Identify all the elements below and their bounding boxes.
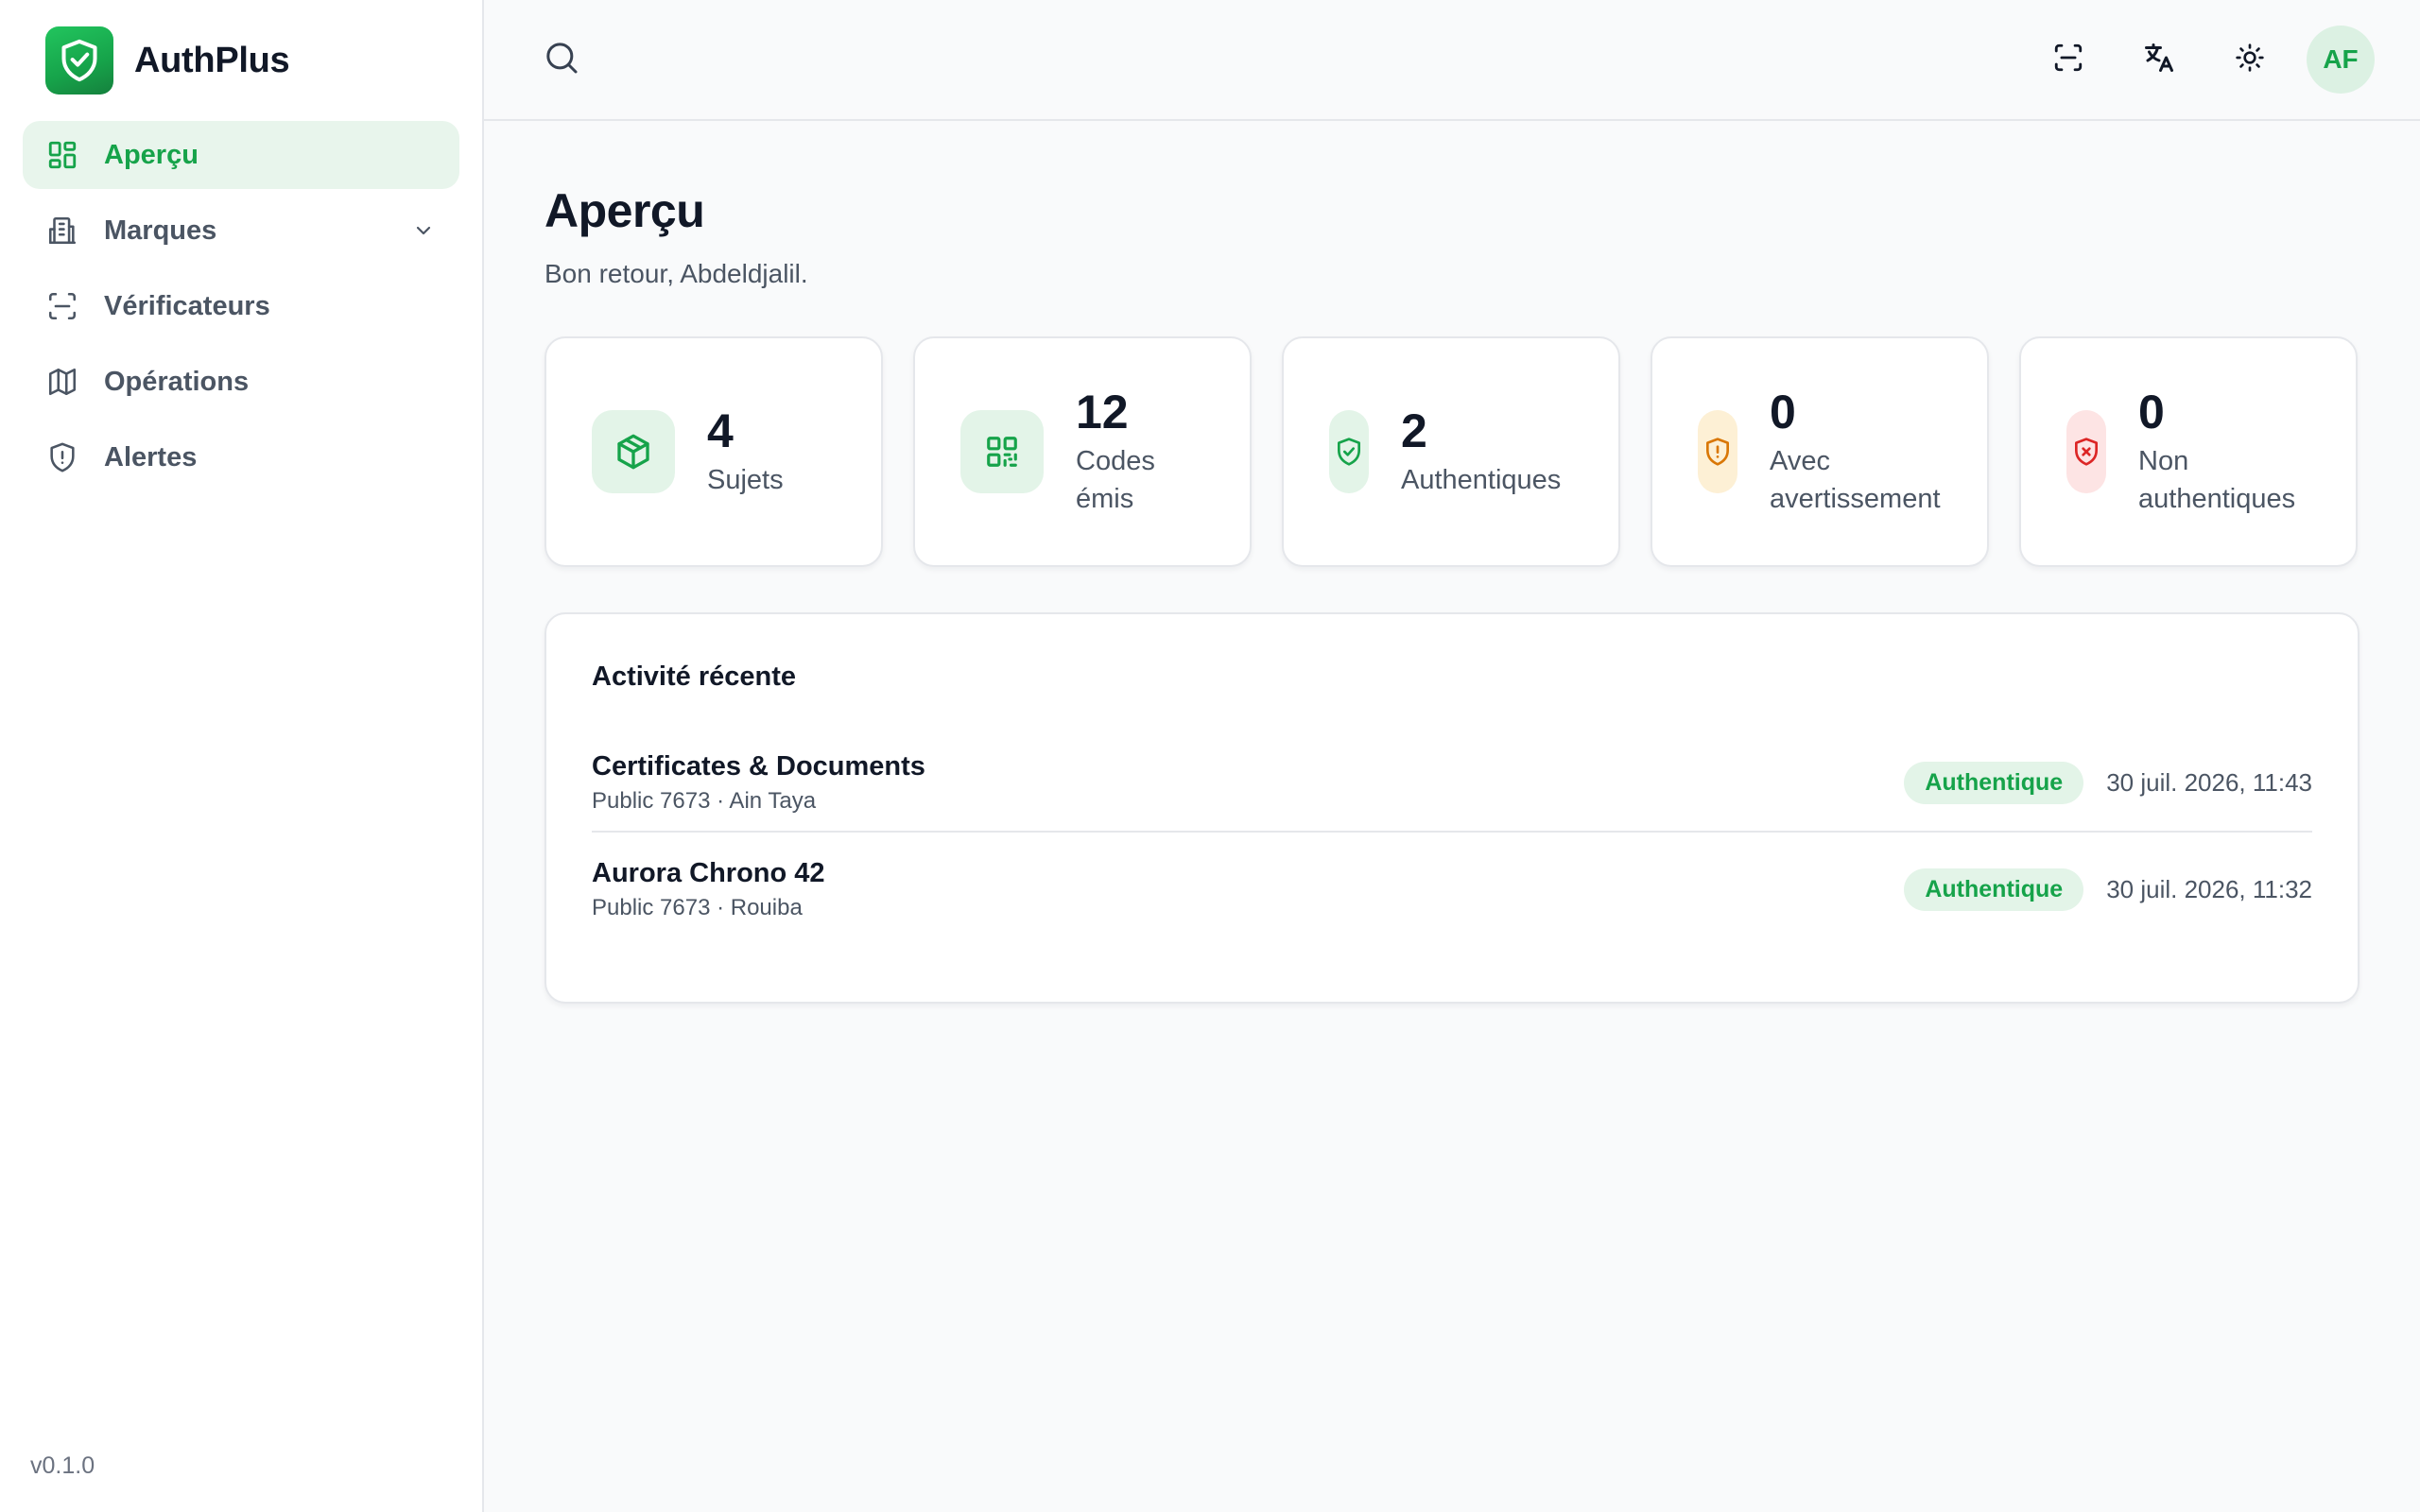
stat-card-codes: 12 Codes émis bbox=[913, 336, 1252, 567]
stat-card-authentiques: 2 Authentiques bbox=[1282, 336, 1620, 567]
stat-card-non-authentiques: 0 Non authentiques bbox=[2019, 336, 2358, 567]
stat-label: Avec avertissement bbox=[1770, 445, 1941, 514]
status-badge: Authentique bbox=[1904, 761, 2084, 804]
stat-value: 0 bbox=[2138, 385, 2165, 438]
page-content: Aperçu Bon retour, Abdeldjalil. 4 Sujets… bbox=[484, 121, 2420, 1004]
dashboard-grid-icon bbox=[45, 138, 79, 172]
sidebar-item-apercu[interactable]: Aperçu bbox=[23, 121, 459, 189]
language-button[interactable] bbox=[2125, 26, 2193, 94]
search-icon bbox=[543, 39, 580, 81]
shield-warning-icon bbox=[1698, 410, 1737, 493]
main-area: AF Aperçu Bon retour, Abdeldjalil. 4 Suj… bbox=[484, 0, 2420, 1512]
activity-timestamp: 30 juil. 2026, 11:43 bbox=[2106, 767, 2312, 797]
sidebar-item-label: Opérations bbox=[104, 366, 250, 397]
sun-icon bbox=[2235, 43, 2265, 77]
stat-text: 12 Codes émis bbox=[1076, 385, 1208, 518]
topbar: AF bbox=[484, 0, 2420, 121]
activity-info: Aurora Chrono 42 Public 7673 · Rouiba bbox=[592, 858, 825, 921]
activity-item-title: Certificates & Documents bbox=[592, 750, 925, 782]
box-icon bbox=[592, 410, 675, 493]
topbar-actions: AF bbox=[2034, 26, 2375, 94]
scan-icon bbox=[2052, 42, 2084, 78]
app-root: AuthPlus Aperçu Marques Vérificateurs Op… bbox=[0, 0, 2420, 1512]
activity-meta: Authentique 30 juil. 2026, 11:43 bbox=[1904, 761, 2312, 804]
stat-label: Codes émis bbox=[1076, 445, 1155, 514]
stats-row: 4 Sujets 12 Codes émis 2 Authentiques 0 … bbox=[544, 336, 2360, 567]
sidebar: AuthPlus Aperçu Marques Vérificateurs Op… bbox=[0, 0, 484, 1512]
list-item[interactable]: Certificates & Documents Public 7673 · A… bbox=[592, 734, 2312, 833]
avatar[interactable]: AF bbox=[2307, 26, 2375, 94]
scan-button[interactable] bbox=[2034, 26, 2102, 94]
list-item[interactable]: Aurora Chrono 42 Public 7673 · Rouiba Au… bbox=[592, 833, 2312, 946]
scan-icon bbox=[45, 289, 79, 323]
sidebar-item-marques[interactable]: Marques bbox=[23, 197, 459, 265]
sidebar-item-label: Marques bbox=[104, 215, 217, 246]
shield-check-icon bbox=[45, 26, 113, 94]
stat-label: Sujets bbox=[707, 464, 784, 495]
qr-code-icon bbox=[960, 410, 1044, 493]
page-subtitle: Bon retour, Abdeldjalil. bbox=[544, 259, 808, 288]
sidebar-item-operations[interactable]: Opérations bbox=[23, 348, 459, 416]
status-badge: Authentique bbox=[1904, 868, 2084, 911]
stat-label: Non authentiques bbox=[2138, 445, 2296, 514]
stat-label: Authentiques bbox=[1401, 464, 1562, 495]
search-button[interactable] bbox=[527, 26, 596, 94]
stat-card-sujets: 4 Sujets bbox=[544, 336, 883, 567]
sidebar-nav: Aperçu Marques Vérificateurs Opérations … bbox=[23, 121, 459, 491]
activity-meta: Authentique 30 juil. 2026, 11:32 bbox=[1904, 868, 2312, 911]
stat-text: 4 Sujets bbox=[707, 404, 784, 499]
activity-item-subtitle: Public 7673 · Rouiba bbox=[592, 894, 803, 920]
stat-value: 2 bbox=[1401, 404, 1427, 457]
translate-icon bbox=[2142, 41, 2176, 79]
recent-activity-card: Activité récente Certificates & Document… bbox=[544, 612, 2360, 1004]
stat-value: 4 bbox=[707, 404, 734, 457]
stat-value: 0 bbox=[1770, 385, 1796, 438]
activity-title: Activité récente bbox=[592, 662, 796, 692]
activity-info: Certificates & Documents Public 7673 · A… bbox=[592, 751, 925, 815]
sidebar-item-verificateurs[interactable]: Vérificateurs bbox=[23, 272, 459, 340]
stat-card-avertissement: 0 Avec avertissement bbox=[1651, 336, 1989, 567]
brand-name: AuthPlus bbox=[134, 40, 290, 80]
sidebar-item-label: Alertes bbox=[104, 441, 198, 472]
stat-text: 2 Authentiques bbox=[1401, 404, 1562, 499]
page-title: Aperçu bbox=[544, 184, 705, 237]
shield-x-icon bbox=[2066, 410, 2106, 493]
stat-text: 0 Non authentiques bbox=[2138, 385, 2327, 518]
shield-check-icon bbox=[1329, 410, 1369, 493]
app-version: v0.1.0 bbox=[30, 1452, 95, 1479]
activity-item-title: Aurora Chrono 42 bbox=[592, 857, 825, 888]
chevron-down-icon[interactable] bbox=[410, 217, 437, 244]
brand[interactable]: AuthPlus bbox=[23, 0, 459, 121]
sidebar-item-label: Vérificateurs bbox=[104, 290, 270, 321]
map-icon bbox=[45, 365, 79, 399]
theme-toggle-button[interactable] bbox=[2216, 26, 2284, 94]
building-icon bbox=[45, 214, 79, 248]
activity-item-subtitle: Public 7673 · Ain Taya bbox=[592, 787, 817, 814]
sidebar-item-alertes[interactable]: Alertes bbox=[23, 423, 459, 491]
stat-text: 0 Avec avertissement bbox=[1770, 385, 1959, 518]
sidebar-item-label: Aperçu bbox=[104, 139, 199, 170]
shield-alert-icon bbox=[45, 440, 79, 474]
activity-list: Certificates & Documents Public 7673 · A… bbox=[592, 734, 2312, 946]
activity-timestamp: 30 juil. 2026, 11:32 bbox=[2106, 874, 2312, 903]
stat-value: 12 bbox=[1076, 385, 1129, 438]
